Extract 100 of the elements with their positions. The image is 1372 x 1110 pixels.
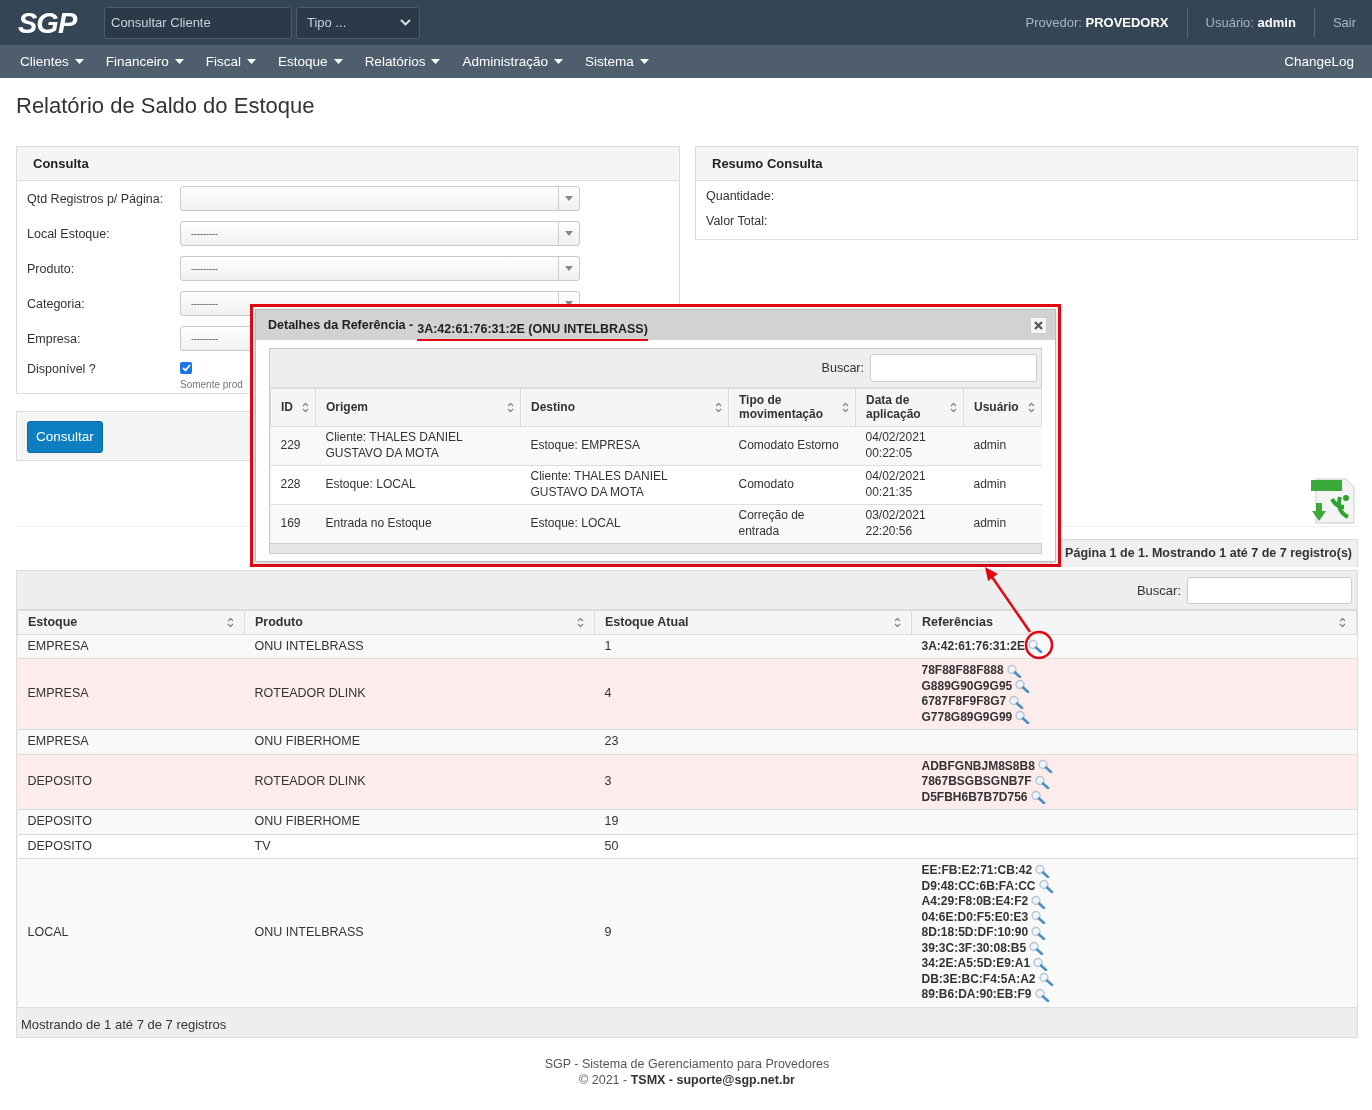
table-cell: ONU INTELBRASS xyxy=(244,858,595,1007)
type-select[interactable]: Tipo ... xyxy=(296,6,420,39)
caret-icon xyxy=(74,59,84,64)
table-cell: 19 xyxy=(594,809,912,834)
column-header[interactable]: Estoque Atual xyxy=(594,610,912,634)
search-icon[interactable] xyxy=(1036,759,1053,774)
table-cell: 3 xyxy=(594,754,912,810)
search-icon[interactable] xyxy=(1037,972,1054,987)
menu-item[interactable]: Financeiro xyxy=(105,54,184,69)
caret-icon xyxy=(565,231,573,236)
search-icon[interactable] xyxy=(1014,679,1031,694)
menu-item[interactable]: Fiscal xyxy=(205,54,257,69)
page-title: Relatório de Saldo do Estoque xyxy=(16,92,316,120)
caret-icon xyxy=(565,301,573,306)
menu-item[interactable]: Relatórios xyxy=(364,54,441,69)
summary-label: Valor Total: xyxy=(705,213,769,230)
table-cell: Estoque: EMPRESA xyxy=(520,426,729,465)
table-cell: 04/02/2021 00:21:35 xyxy=(855,465,964,504)
column-header[interactable]: Origem xyxy=(315,388,521,426)
search-icon[interactable] xyxy=(1026,639,1043,654)
search-icon[interactable] xyxy=(1028,941,1045,956)
column-header[interactable]: Usuário xyxy=(963,388,1042,426)
table-cell: LOCAL xyxy=(17,858,245,1007)
table-cell: 229 xyxy=(270,426,316,465)
reference-code: G778G89G9G99 xyxy=(921,709,1013,725)
spreadsheet-export-icon[interactable] xyxy=(1310,477,1356,524)
search-icon[interactable] xyxy=(1033,774,1050,789)
select-field[interactable] xyxy=(180,186,580,211)
provider-label: Provedor: PROVEDORX xyxy=(1024,15,1170,30)
scrollbar[interactable] xyxy=(270,543,1041,553)
search-icon[interactable] xyxy=(1029,790,1046,805)
column-header[interactable]: Produto xyxy=(244,610,595,634)
panel-title: Consulta xyxy=(17,147,679,181)
table-cell: Cliente: THALES DANIEL GUSTAVO DA MOTA xyxy=(520,465,729,504)
logout-link[interactable]: Sair xyxy=(1332,15,1356,30)
table-cell: Correção de entrada xyxy=(728,504,856,543)
table-cell: 23 xyxy=(594,729,912,754)
search-icon[interactable] xyxy=(1032,956,1049,971)
search-icon[interactable] xyxy=(1030,894,1047,909)
consultar-button[interactable]: Consultar xyxy=(27,421,103,453)
table-cell: admin xyxy=(963,465,1042,504)
column-header[interactable]: Estoque xyxy=(17,610,245,634)
search-icon[interactable] xyxy=(1014,710,1031,725)
menu-item[interactable]: Sistema xyxy=(584,54,649,69)
reference-code: D5FBH6B7B7D756 xyxy=(921,789,1028,805)
table-footer-text: Mostrando de 1 até 7 de 7 registros xyxy=(17,1006,1357,1037)
field-label: Categoria: xyxy=(27,296,86,311)
sort-icon xyxy=(577,616,584,628)
column-header[interactable]: ID xyxy=(270,388,316,426)
select-field[interactable]: --------- xyxy=(180,221,580,246)
reference-code: 3A:42:61:76:31:2E xyxy=(921,638,1025,654)
reference-code: ADBFGNBJM8S8B8 xyxy=(921,758,1035,774)
hint-text: Somente prod xyxy=(180,379,243,390)
table-cell: Comodato xyxy=(728,465,856,504)
table-cell: admin xyxy=(963,504,1042,543)
search-icon[interactable] xyxy=(1033,987,1050,1002)
caret-icon xyxy=(639,59,649,64)
field-label: Local Estoque: xyxy=(27,226,111,241)
close-button[interactable] xyxy=(1030,316,1047,334)
reference-code: EE:FB:E2:71:CB:42 xyxy=(921,863,1033,879)
column-header[interactable]: Tipo de movimentação xyxy=(728,388,856,426)
table-cell: Comodato Estorno xyxy=(728,426,856,465)
search-icon[interactable] xyxy=(1037,879,1054,894)
caret-icon xyxy=(565,266,573,271)
chevron-icon xyxy=(400,19,411,26)
reference-code: 6787F8F9F8G7 xyxy=(921,694,1007,710)
column-header[interactable]: Destino xyxy=(520,388,729,426)
sort-icon xyxy=(1028,401,1035,413)
table-cell: 03/02/2021 22:20:56 xyxy=(855,504,964,543)
sort-icon xyxy=(842,401,849,413)
menu-item[interactable]: Clientes xyxy=(20,54,84,69)
table-cell: DEPOSITO xyxy=(17,834,245,859)
search-icon[interactable] xyxy=(1030,910,1047,925)
menu-item[interactable]: Administração xyxy=(462,54,563,69)
column-header[interactable]: Referências xyxy=(911,610,1357,634)
caret-icon xyxy=(431,59,441,64)
table-cell: ONU FIBERHOME xyxy=(244,809,595,834)
close-icon xyxy=(1034,320,1043,330)
search-icon[interactable] xyxy=(1030,925,1047,940)
column-header[interactable]: Data de aplicação xyxy=(855,388,964,426)
reference-code: D9:48:CC:6B:FA:CC xyxy=(921,878,1036,894)
footer-text: © 2021 - TSMX - suporte@sgp.net.br xyxy=(578,1071,796,1088)
table-cell: ROTEADOR DLINK xyxy=(244,754,595,810)
search-label: Buscar: xyxy=(1136,582,1181,598)
table-cell: EMPRESA xyxy=(17,729,245,754)
table-cell: 50 xyxy=(594,834,912,859)
search-field[interactable]: Consultar Cliente xyxy=(104,6,292,39)
select-field[interactable]: --------- xyxy=(180,256,580,281)
table-cell: TV xyxy=(244,834,595,859)
changelog-link[interactable]: ChangeLog xyxy=(1284,54,1354,69)
caret-icon xyxy=(333,59,343,64)
logo[interactable]: SGP xyxy=(18,6,100,39)
search-icon[interactable] xyxy=(1034,863,1051,878)
table-cell: 9 xyxy=(594,858,912,1007)
dialog-title: Detalhes da Referência - xyxy=(268,318,414,332)
search-icon[interactable] xyxy=(1005,663,1022,678)
checkbox[interactable] xyxy=(180,362,192,374)
table-cell: DEPOSITO xyxy=(17,809,245,834)
search-icon[interactable] xyxy=(1008,694,1025,709)
menu-item[interactable]: Estoque xyxy=(278,54,343,69)
